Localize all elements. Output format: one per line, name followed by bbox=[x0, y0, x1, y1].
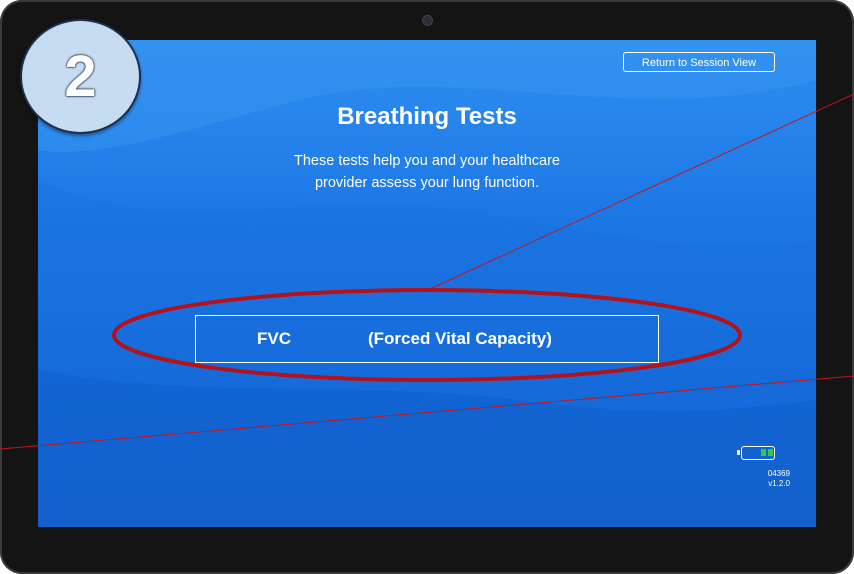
return-to-session-view-button[interactable]: Return to Session View bbox=[623, 52, 775, 72]
battery-level-cell bbox=[761, 449, 766, 456]
app-version: v1.2.0 bbox=[768, 479, 790, 488]
step-number: 2 bbox=[64, 44, 97, 109]
device-info: 04369 v1.2.0 bbox=[728, 469, 790, 489]
battery-icon bbox=[737, 446, 775, 460]
device-number: 04369 bbox=[767, 469, 790, 478]
page-subtitle: These tests help you and your healthcare… bbox=[38, 150, 816, 194]
fvc-test-full-name: (Forced Vital Capacity) bbox=[368, 329, 552, 348]
battery-level-cell bbox=[768, 449, 773, 456]
step-number-badge: 2 bbox=[20, 19, 141, 134]
subtitle-line-1: These tests help you and your healthcare bbox=[294, 153, 560, 169]
fvc-test-button[interactable]: FVC (Forced Vital Capacity) bbox=[195, 315, 659, 363]
page-title: Breathing Tests bbox=[337, 103, 517, 130]
fvc-test-abbreviation: FVC bbox=[257, 329, 291, 348]
app-screen: Return to Session View Breathing Tests T… bbox=[38, 40, 816, 527]
camera-icon bbox=[423, 16, 432, 25]
subtitle-line-2: provider assess your lung function. bbox=[314, 175, 540, 191]
